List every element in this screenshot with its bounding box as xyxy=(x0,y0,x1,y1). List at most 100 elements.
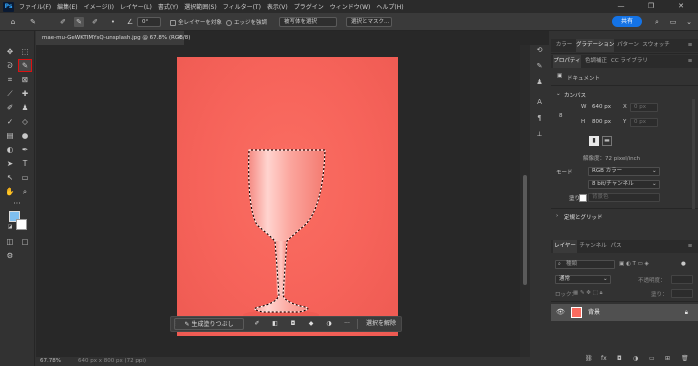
panel-menu-icon[interactable]: ≡ xyxy=(685,39,695,52)
menu-select[interactable]: 選択範囲(S) xyxy=(181,2,220,11)
document-canvas[interactable] xyxy=(177,57,398,336)
height-field[interactable]: 800 px xyxy=(588,118,618,127)
tab-patterns[interactable]: パターン xyxy=(615,39,641,52)
menu-edit[interactable]: 編集(E) xyxy=(54,2,80,11)
select-subject-button[interactable]: 被写体を選択 xyxy=(279,17,337,27)
clone-source-icon[interactable]: ♟ xyxy=(534,77,545,88)
clone-stamp-tool-icon[interactable]: ♟ xyxy=(19,102,31,113)
new-selection-icon[interactable]: ✐ xyxy=(58,17,68,27)
tab-swatches[interactable]: スウォッチ xyxy=(642,39,670,52)
eraser-tool-icon[interactable]: ◇ xyxy=(19,116,31,127)
screen-mode-icon[interactable]: ▢ xyxy=(19,236,31,247)
tool-preset-icon[interactable]: ✎ xyxy=(28,17,38,27)
lasso-tool-icon[interactable]: ᘐ xyxy=(4,60,16,71)
panel-menu-icon[interactable]: ≡ xyxy=(685,240,695,253)
mask-icon[interactable]: ◘ xyxy=(287,317,299,331)
quick-mask-icon[interactable]: ◫ xyxy=(4,236,16,247)
menu-help[interactable]: ヘルプ(H) xyxy=(373,2,406,11)
adjustment-layer-icon[interactable]: ◑ xyxy=(633,354,638,364)
gradient-tool-icon[interactable]: ▤ xyxy=(4,130,16,141)
chevron-right-icon[interactable]: › xyxy=(556,213,558,219)
tab-cc-libraries[interactable]: CC ライブラリ xyxy=(611,55,648,68)
portrait-icon[interactable]: ▮ xyxy=(589,136,599,146)
link-layers-icon[interactable]: ⛓ xyxy=(585,354,593,364)
layer-filter-select[interactable]: 種類 xyxy=(555,260,615,269)
angle-field[interactable]: 0° xyxy=(137,17,161,27)
menu-file[interactable]: ファイル(F) xyxy=(16,2,54,11)
filter-icons[interactable]: ▣ ◐ T ▭ ◈ xyxy=(619,261,649,267)
sample-all-layers-checkbox[interactable]: 全レイヤーを対象 xyxy=(170,18,222,26)
more-options-icon[interactable]: ··· xyxy=(341,317,353,331)
brush-size-icon[interactable]: • xyxy=(108,17,118,27)
direct-select-icon[interactable]: ↖ xyxy=(4,172,16,183)
path-select-icon[interactable]: ➤ xyxy=(4,158,16,169)
properties-scrollbar[interactable] xyxy=(692,99,695,209)
visibility-eye-icon[interactable]: 👁︎ xyxy=(556,304,565,321)
layer-row-background[interactable]: 👁︎ 背景 🔒︎ xyxy=(551,304,698,321)
new-layer-icon[interactable]: ⊞ xyxy=(665,354,670,364)
add-selection-icon[interactable]: ✎ xyxy=(74,17,84,27)
shape-tool-icon[interactable]: ▭ xyxy=(19,172,31,183)
move-tool-icon[interactable]: ✥ xyxy=(4,46,16,57)
marquee-tool-icon[interactable]: ⬚ xyxy=(19,46,31,57)
y-field[interactable]: 0 px xyxy=(630,118,658,127)
extra-tools-icon[interactable]: ⚙ xyxy=(4,250,16,261)
deselect-button[interactable]: 選択を解除 xyxy=(361,317,401,331)
tab-gradients[interactable]: グラデーション xyxy=(576,39,614,52)
filter-toggle-icon[interactable]: ● xyxy=(681,261,686,267)
more-tools-icon[interactable]: ··· xyxy=(11,198,23,209)
blur-tool-icon[interactable]: ● xyxy=(19,130,31,141)
lock-icon[interactable]: 🔒︎ xyxy=(685,304,688,321)
brush-tool-icon[interactable]: ✐ xyxy=(4,102,16,113)
pen-tool-icon[interactable]: ✒ xyxy=(19,144,31,155)
minimize-button[interactable]: — xyxy=(610,0,632,13)
mode-select[interactable]: RGB カラー xyxy=(588,167,660,176)
invert-selection-icon[interactable]: ◧ xyxy=(269,317,281,331)
fx-icon[interactable]: fx xyxy=(601,354,607,364)
vertical-scrollbar[interactable] xyxy=(520,45,530,357)
search-icon[interactable]: ⌕ xyxy=(652,17,662,27)
history-brush-tool-icon[interactable]: ✓ xyxy=(4,116,16,127)
close-window-button[interactable]: ✕ xyxy=(670,0,692,13)
width-field[interactable]: 640 px xyxy=(588,103,618,112)
quick-selection-tool-icon[interactable]: ✎ xyxy=(18,59,32,72)
link-icon[interactable]: 8 xyxy=(559,113,563,119)
paragraph-icon[interactable]: ¶ xyxy=(534,113,545,124)
menu-plugins[interactable]: プラグイン xyxy=(291,2,327,11)
share-button[interactable]: 共有 xyxy=(612,16,642,27)
tab-properties[interactable]: プロパティ xyxy=(553,55,581,68)
select-and-mask-button[interactable]: 選択とマスク... xyxy=(346,17,392,27)
zoom-level[interactable]: 67.78% xyxy=(40,357,61,366)
delete-layer-icon[interactable]: 🗑︎ xyxy=(681,354,689,364)
hand-tool-icon[interactable]: ✋ xyxy=(4,186,16,197)
subtract-selection-icon[interactable]: ✐ xyxy=(90,17,100,27)
menu-view[interactable]: 表示(V) xyxy=(264,2,291,11)
fill-field[interactable] xyxy=(671,289,693,298)
tab-paths[interactable]: パス xyxy=(609,240,623,253)
chevron-down-icon[interactable]: ⌄ xyxy=(556,91,561,97)
modify-selection-icon[interactable]: ✐ xyxy=(251,317,263,331)
crop-tool-icon[interactable]: ⌗ xyxy=(4,74,16,85)
glyphs-icon[interactable]: ⟂ xyxy=(534,129,545,140)
x-field[interactable]: 0 px xyxy=(630,103,658,112)
generative-fill-button[interactable]: ✎ 生成塗りつぶし xyxy=(174,318,244,330)
status-menu-icon[interactable]: › xyxy=(138,357,140,366)
dodge-tool-icon[interactable]: ◐ xyxy=(4,144,16,155)
default-colors-icon[interactable]: ◪ xyxy=(4,222,16,233)
close-tab-icon[interactable]: × xyxy=(177,31,182,45)
history-icon[interactable]: ⟲ xyxy=(534,45,545,56)
add-mask-icon[interactable]: ◘ xyxy=(617,354,622,364)
menu-image[interactable]: イメージ(I) xyxy=(81,2,117,11)
adjustment-icon[interactable]: ◑ xyxy=(323,317,335,331)
tab-color[interactable]: カラー xyxy=(553,39,575,52)
fill-color-swatch[interactable] xyxy=(579,194,587,202)
spot-healing-tool-icon[interactable]: ✚ xyxy=(19,88,31,99)
frame-tool-icon[interactable]: ⊠ xyxy=(19,74,31,85)
brush-settings-icon[interactable]: ✎ xyxy=(534,61,545,72)
type-tool-icon[interactable]: T xyxy=(19,158,31,169)
eyedropper-tool-icon[interactable]: ⟋ xyxy=(4,88,16,99)
opacity-field[interactable] xyxy=(671,275,693,284)
fill-select[interactable]: 背景色 xyxy=(588,193,660,202)
tab-adjustments[interactable]: 色調補正 xyxy=(583,55,609,68)
lock-icons[interactable]: ▦ ✎ ✥ ⬚ 🔒︎ xyxy=(573,290,603,297)
